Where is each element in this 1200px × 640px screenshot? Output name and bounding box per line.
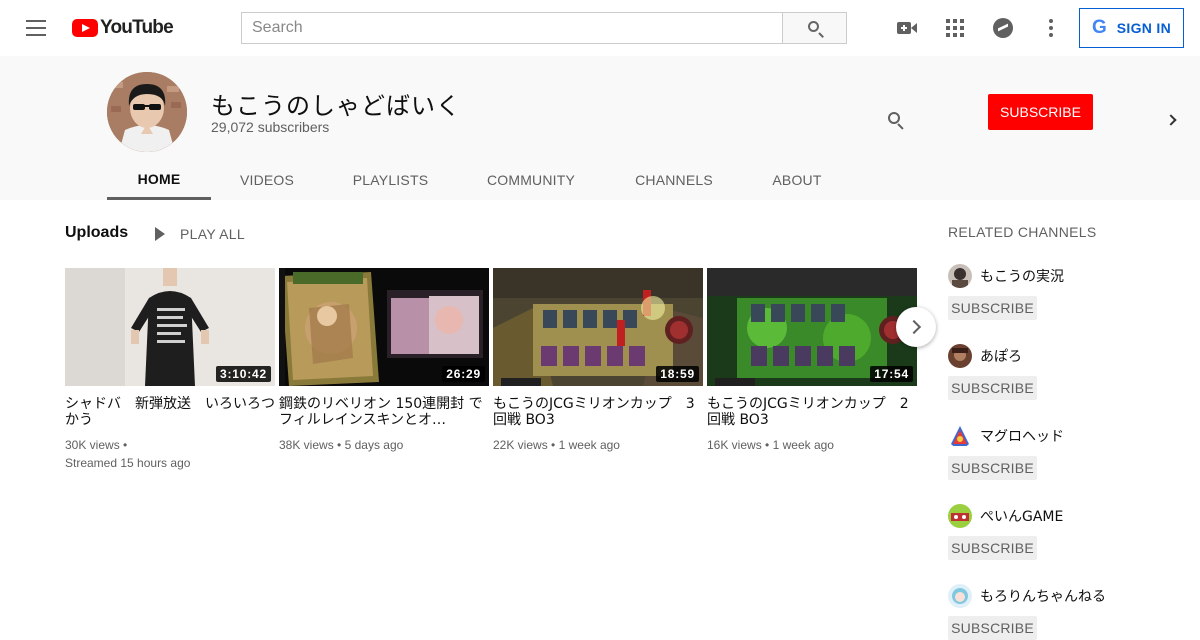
- video-title[interactable]: シャドバ 新弾放送 いろいろつかう: [65, 396, 275, 428]
- related-channel-link[interactable]: もろりんちゃんねる: [948, 584, 1188, 608]
- avatar: [948, 344, 972, 368]
- sign-in-button[interactable]: G SIGN IN: [1079, 8, 1184, 48]
- related-channel-link[interactable]: もこうの実況: [948, 264, 1188, 288]
- avatar: [948, 584, 972, 608]
- avatar: [948, 264, 972, 288]
- video-meta: 30K views • Streamed 15 hours ago: [65, 436, 275, 472]
- video-age: 1 week ago: [772, 438, 834, 452]
- menu-icon[interactable]: [24, 18, 48, 38]
- youtube-logo[interactable]: YouTube: [72, 17, 174, 39]
- play-all-button[interactable]: PLAY ALL: [150, 224, 245, 244]
- video-card: 26:29 鋼鉄のリベリオン 150連開封 でフィルレインスキンとオ… 38K …: [279, 268, 489, 454]
- meta-separator: •: [551, 438, 556, 452]
- video-views: 22K views: [493, 438, 548, 452]
- avatar: [948, 424, 972, 448]
- related-channel-name: マグロヘッド: [980, 429, 1064, 445]
- masthead: YouTube G SIGN IN: [0, 0, 1200, 56]
- video-title[interactable]: 鋼鉄のリベリオン 150連開封 でフィルレインスキンとオ…: [279, 396, 489, 428]
- video-meta: 38K views • 5 days ago: [279, 436, 489, 454]
- video-title[interactable]: もこうのJCGミリオンカップ 2回戦 BO3: [707, 396, 917, 428]
- search-input[interactable]: [241, 12, 783, 44]
- tab-playlists[interactable]: PLAYLISTS: [339, 160, 442, 200]
- video-thumbnail[interactable]: 3:10:42: [65, 268, 275, 386]
- uploads-title[interactable]: Uploads: [65, 224, 128, 242]
- channel-search-icon[interactable]: [887, 111, 907, 131]
- related-subscribe-button[interactable]: SUBSCRIBE: [948, 376, 1037, 400]
- related-channel-link[interactable]: ぺいんGAME: [948, 504, 1188, 528]
- tab-home[interactable]: HOME: [107, 160, 211, 200]
- youtube-play-icon: [72, 19, 98, 37]
- video-card: 17:54 もこうのJCGミリオンカップ 2回戦 BO3 16K views •…: [707, 268, 917, 454]
- tab-videos[interactable]: VIDEOS: [227, 160, 307, 200]
- meta-separator: •: [765, 438, 770, 452]
- related-channel-link[interactable]: マグロヘッド: [948, 424, 1188, 448]
- video-age: Streamed 15 hours ago: [65, 456, 191, 470]
- apps-grid-icon[interactable]: [943, 16, 967, 40]
- tab-channels[interactable]: CHANNELS: [623, 160, 725, 200]
- video-card: 3:10:42 シャドバ 新弾放送 いろいろつかう 30K views • St…: [65, 268, 275, 472]
- video-views: 30K views: [65, 438, 120, 452]
- video-camera-icon[interactable]: [895, 16, 919, 40]
- google-g-icon: G: [1092, 17, 1107, 38]
- related-channel: マグロヘッド SUBSCRIBE: [948, 424, 1188, 480]
- video-age: 1 week ago: [558, 438, 620, 452]
- video-duration: 18:59: [656, 366, 699, 382]
- logo-text: YouTube: [100, 17, 174, 38]
- related-channel-name: ぺいんGAME: [980, 509, 1064, 525]
- video-title[interactable]: もこうのJCGミリオンカップ 3回戦 BO3: [493, 396, 703, 428]
- subscribe-button[interactable]: SUBSCRIBE: [988, 94, 1093, 130]
- related-subscribe-button[interactable]: SUBSCRIBE: [948, 296, 1037, 320]
- related-channel: もろりんちゃんねる SUBSCRIBE: [948, 584, 1188, 640]
- video-meta: 16K views • 1 week ago: [707, 436, 917, 454]
- subscriber-count: 29,072 subscribers: [211, 119, 330, 135]
- video-duration: 3:10:42: [216, 366, 271, 382]
- search-button[interactable]: [782, 12, 847, 44]
- related-channels-title: RELATED CHANNELS: [948, 224, 1097, 240]
- play-all-label: PLAY ALL: [180, 226, 245, 242]
- video-age: 5 days ago: [344, 438, 404, 452]
- more-vert-icon[interactable]: [1039, 16, 1063, 40]
- meta-separator: •: [337, 438, 342, 452]
- video-thumbnail[interactable]: 26:29: [279, 268, 489, 386]
- related-channel-name: もこうの実況: [980, 269, 1064, 285]
- video-thumbnail[interactable]: 18:59: [493, 268, 703, 386]
- meta-separator: •: [123, 438, 128, 452]
- video-meta: 22K views • 1 week ago: [493, 436, 703, 454]
- related-channel: ぺいんGAME SUBSCRIBE: [948, 504, 1188, 560]
- messages-icon[interactable]: [991, 16, 1015, 40]
- related-subscribe-button[interactable]: SUBSCRIBE: [948, 456, 1037, 480]
- related-channel-link[interactable]: あぽろ: [948, 344, 1188, 368]
- tab-community[interactable]: COMMUNITY: [473, 160, 589, 200]
- shelf-next-chevron-icon[interactable]: [896, 307, 936, 347]
- search-icon: [808, 21, 819, 32]
- channel-avatar[interactable]: [107, 72, 187, 152]
- related-channel-name: あぽろ: [980, 349, 1022, 365]
- related-channel: もこうの実況 SUBSCRIBE: [948, 264, 1188, 320]
- play-icon: [155, 227, 165, 241]
- video-card: 18:59 もこうのJCGミリオンカップ 3回戦 BO3 22K views •…: [493, 268, 703, 454]
- channel-name: もこうのしゃどばいく: [211, 92, 461, 120]
- video-views: 16K views: [707, 438, 762, 452]
- tab-about[interactable]: ABOUT: [757, 160, 837, 200]
- tabs-next-chevron-icon[interactable]: [1164, 112, 1180, 128]
- related-channel-name: もろりんちゃんねる: [980, 589, 1106, 605]
- avatar: [948, 504, 972, 528]
- related-subscribe-button[interactable]: SUBSCRIBE: [948, 536, 1037, 560]
- sign-in-label: SIGN IN: [1116, 20, 1171, 36]
- related-subscribe-button[interactable]: SUBSCRIBE: [948, 616, 1037, 640]
- related-channel: あぽろ SUBSCRIBE: [948, 344, 1188, 400]
- video-duration: 17:54: [870, 366, 913, 382]
- video-duration: 26:29: [442, 366, 485, 382]
- video-thumbnail[interactable]: 17:54: [707, 268, 917, 386]
- channel-header: もこうのしゃどばいく 29,072 subscribers SUBSCRIBE …: [0, 56, 1200, 200]
- video-views: 38K views: [279, 438, 334, 452]
